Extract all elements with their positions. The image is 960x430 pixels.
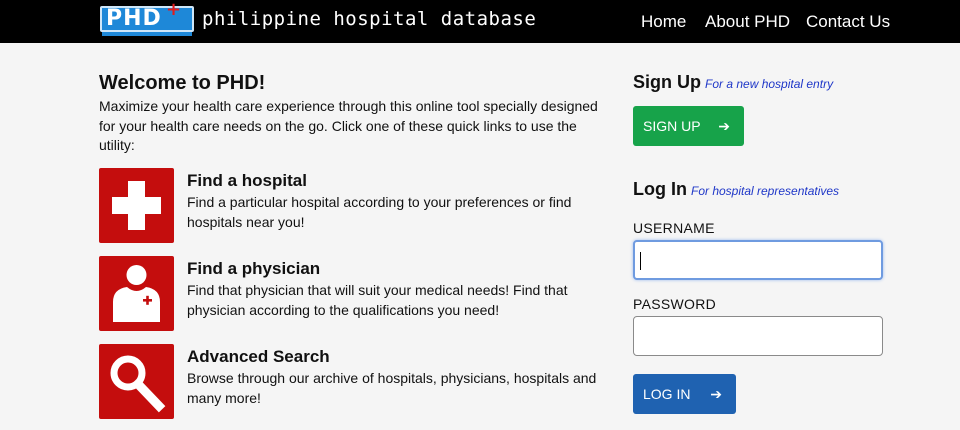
- arrow-right-icon: ➔: [710, 386, 722, 402]
- quick-link-find-hospital[interactable]: Find a hospital Find a particular hospit…: [99, 168, 619, 244]
- username-label: USERNAME: [633, 220, 715, 236]
- top-navbar: PHD + philippine hospital database Home …: [0, 0, 960, 43]
- magnifier-icon[interactable]: [99, 344, 174, 419]
- login-title: Log In: [633, 179, 687, 199]
- password-label: PASSWORD: [633, 296, 717, 312]
- signup-title: Sign Up: [633, 72, 701, 92]
- quick-link-title[interactable]: Advanced Search: [187, 346, 330, 368]
- welcome-text: Maximize your health care experience thr…: [99, 98, 598, 153]
- quick-link-advanced-search[interactable]: Advanced Search Browse through our archi…: [99, 344, 619, 420]
- quick-link-title[interactable]: Find a physician: [187, 258, 320, 280]
- login-button-label: LOG IN: [643, 386, 691, 402]
- text-caret: [640, 252, 641, 270]
- logo-text: PHD: [106, 6, 162, 31]
- quick-link-find-physician[interactable]: Find a physician Find that physician tha…: [99, 256, 619, 332]
- nav-home[interactable]: Home: [641, 12, 686, 32]
- password-field[interactable]: [633, 316, 883, 356]
- phd-logo[interactable]: PHD +: [100, 1, 194, 37]
- nav-about[interactable]: About PHD: [705, 12, 790, 32]
- quick-link-desc: Find a particular hospital according to …: [187, 194, 572, 230]
- quick-link-desc: Find that physician that will suit your …: [187, 282, 568, 318]
- nav-contact[interactable]: Contact Us: [806, 12, 890, 32]
- physician-icon[interactable]: [99, 256, 174, 331]
- login-heading: Log In For hospital representatives: [633, 178, 839, 202]
- signup-button[interactable]: SIGN UP ➔: [633, 106, 744, 146]
- logo-underline: [102, 32, 192, 36]
- login-subtitle: For hospital representatives: [690, 184, 840, 198]
- login-button[interactable]: LOG IN ➔: [633, 374, 736, 414]
- signup-heading: Sign Up For a new hospital entry: [633, 71, 833, 95]
- site-tagline: philippine hospital database: [202, 8, 537, 30]
- username-field[interactable]: [633, 240, 883, 280]
- signup-subtitle: For a new hospital entry: [705, 77, 834, 91]
- hospital-cross-icon[interactable]: [99, 168, 174, 243]
- arrow-right-icon: ➔: [718, 118, 730, 134]
- welcome-title: Welcome to PHD!: [99, 72, 266, 94]
- logo-plus-icon: +: [166, 0, 182, 20]
- quick-link-title[interactable]: Find a hospital: [187, 170, 307, 192]
- signup-button-label: SIGN UP: [643, 118, 701, 134]
- quick-link-desc: Browse through our archive of hospitals,…: [187, 370, 597, 406]
